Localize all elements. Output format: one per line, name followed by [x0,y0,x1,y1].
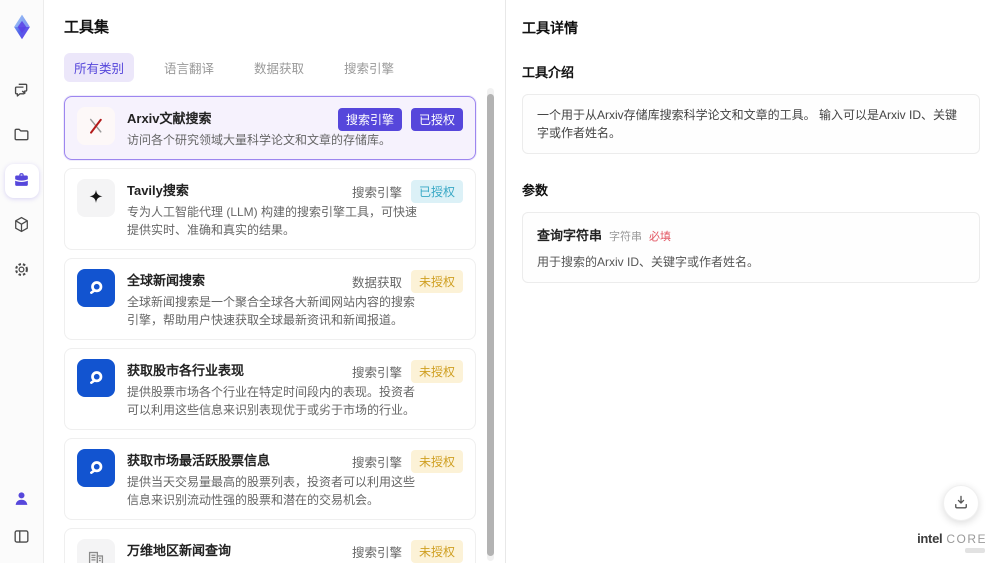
gear-icon [12,260,31,282]
intel-core-badge: intel core [917,532,987,553]
tool-description: 提供股票市场各个行业在特定时间段内的表现。投资者可以利用这些信息来识别表现优于或… [127,385,416,417]
tool-card[interactable]: Arxiv文献搜索 访问各个研究领域大量科学论文和文章的存储库。 搜索引擎 已授… [64,96,476,160]
tab-3[interactable]: 搜索引擎 [334,53,404,82]
tool-description: 专为人工智能代理 (LLM) 构建的搜索引擎工具，可快速提供实时、准确和真实的结… [127,205,418,237]
auth-status-badge: 已授权 [410,108,463,131]
sidebar-item-models[interactable] [5,209,39,243]
category-tabs: 所有类别 语言翻译 数据获取 搜索引擎 [64,53,505,82]
tool-card[interactable]: 全球新闻搜索 全球新闻搜索是一个聚合全球各大新闻网站内容的搜索引擎，帮助用户快速… [64,258,476,340]
tools-panel: 工具集 所有类别 语言翻译 数据获取 搜索引擎 Arxiv文献搜索 访问各个研究领域大… [44,0,505,563]
sidebar-bottom [7,485,37,553]
sidebar-item-chat[interactable] [5,74,39,108]
tab-1[interactable]: 语言翻译 [154,53,224,82]
briefcase-icon [12,170,31,192]
parameter-description: 用于搜索的Arxiv ID、关键字或作者姓名。 [537,255,760,269]
app-window: 工具集 所有类别 语言翻译 数据获取 搜索引擎 Arxiv文献搜索 访问各个研究领域大… [0,0,1000,563]
stock-sector-icon [77,359,115,397]
tool-badges: 搜索引擎 未授权 [352,540,463,563]
category-label: 搜索引擎 [351,186,402,200]
page-title: 工具集 [64,19,110,36]
tool-list: Arxiv文献搜索 访问各个研究领域大量科学论文和文章的存储库。 搜索引擎 已授… [64,96,476,563]
gem-logo-icon[interactable] [7,10,37,44]
tool-description: 全球新闻搜索是一个聚合全球各大新闻网站内容的搜索引擎，帮助用户快速获取全球最新资… [127,295,416,327]
download-button[interactable] [943,485,979,521]
global-news-icon [77,269,115,307]
intel-logo-text: intel [917,531,943,546]
active-stocks-icon [77,449,115,487]
intro-heading: 工具介绍 [522,65,575,80]
tool-card[interactable]: 获取股市各行业表现 提供股票市场各个行业在特定时间段内的表现。投资者可以利用这些… [64,348,476,430]
sparkle-icon [77,179,115,217]
tool-description: 提供当天交易量最高的股票列表，投资者可以利用这些信息来识别流动性强的股票和潜在的… [127,475,416,507]
tool-description: 访问各个研究领域大量科学论文和文章的存储库。 [127,133,392,147]
sidebar-item-collapse[interactable] [7,523,37,553]
parameter-name: 查询字符串 [537,228,603,243]
tool-badges: 数据获取 未授权 [352,270,463,293]
tool-intro-box: 一个用于从Arxiv存储库搜索科学论文和文章的工具。 输入可以是Arxiv ID… [522,94,980,154]
tool-card[interactable]: Tavily搜索 专为人工智能代理 (LLM) 构建的搜索引擎工具，可快速提供实… [64,168,476,250]
tool-card[interactable]: 获取市场最活跃股票信息 提供当天交易量最高的股票列表，投资者可以利用这些信息来识… [64,438,476,520]
arxiv-logo-icon [77,107,115,145]
sidebar-item-settings[interactable] [5,254,39,288]
category-label: 搜索引擎 [351,456,402,470]
tool-badges: 搜索引擎 已授权 [337,108,463,131]
cube-icon [12,215,31,237]
detail-title: 工具详情 [522,20,578,36]
intel-badge-mark [965,548,985,553]
sidebar-item-user[interactable] [7,485,37,515]
panel-toggle-icon [12,527,31,549]
params-heading: 参数 [522,183,549,198]
regional-news-icon [77,539,115,563]
parameter-header: 查询字符串 字符串 必填 [537,225,965,244]
parameter-required-badge: 必填 [649,231,672,243]
parameter-box: 查询字符串 字符串 必填 用于搜索的Arxiv ID、关键字或作者姓名。 [522,212,980,283]
sidebar-item-files[interactable] [5,119,39,153]
parameter-type: 字符串 [609,231,643,243]
tool-intro-text: 一个用于从Arxiv存储库搜索科学论文和文章的工具。 输入可以是Arxiv ID… [537,108,958,140]
tab-0[interactable]: 所有类别 [64,53,135,82]
sidebar [0,0,44,563]
download-icon [952,493,970,514]
chat-icon [12,80,31,102]
core-logo-text: core [946,532,987,546]
auth-status-badge: 已授权 [410,180,463,203]
sidebar-nav [4,74,39,288]
folder-icon [12,125,31,147]
category-label: 数据获取 [351,276,402,290]
category-label: 搜索引擎 [351,546,402,560]
tool-badges: 搜索引擎 已授权 [352,180,463,203]
category-label: 搜索引擎 [351,366,402,380]
tool-badges: 搜索引擎 未授权 [352,450,463,473]
auth-status-badge: 未授权 [410,360,463,383]
sidebar-item-tools[interactable] [4,164,39,198]
auth-status-badge: 未授权 [410,450,463,473]
tool-badges: 搜索引擎 未授权 [352,360,463,383]
auth-status-badge: 未授权 [410,270,463,293]
auth-status-badge: 未授权 [410,540,463,563]
tools-scrollbar-thumb[interactable] [487,94,494,556]
tool-detail-panel: 工具详情 工具介绍 一个用于从Arxiv存储库搜索科学论文和文章的工具。 输入可… [505,0,1000,563]
category-badge: 搜索引擎 [337,108,402,131]
user-icon [12,489,31,511]
tool-card[interactable]: 万维地区新闻查询 查询具体行政区划内的新闻，快速了解各地新闻动态 搜索引擎 未授… [64,528,476,563]
tab-2[interactable]: 数据获取 [244,53,314,82]
